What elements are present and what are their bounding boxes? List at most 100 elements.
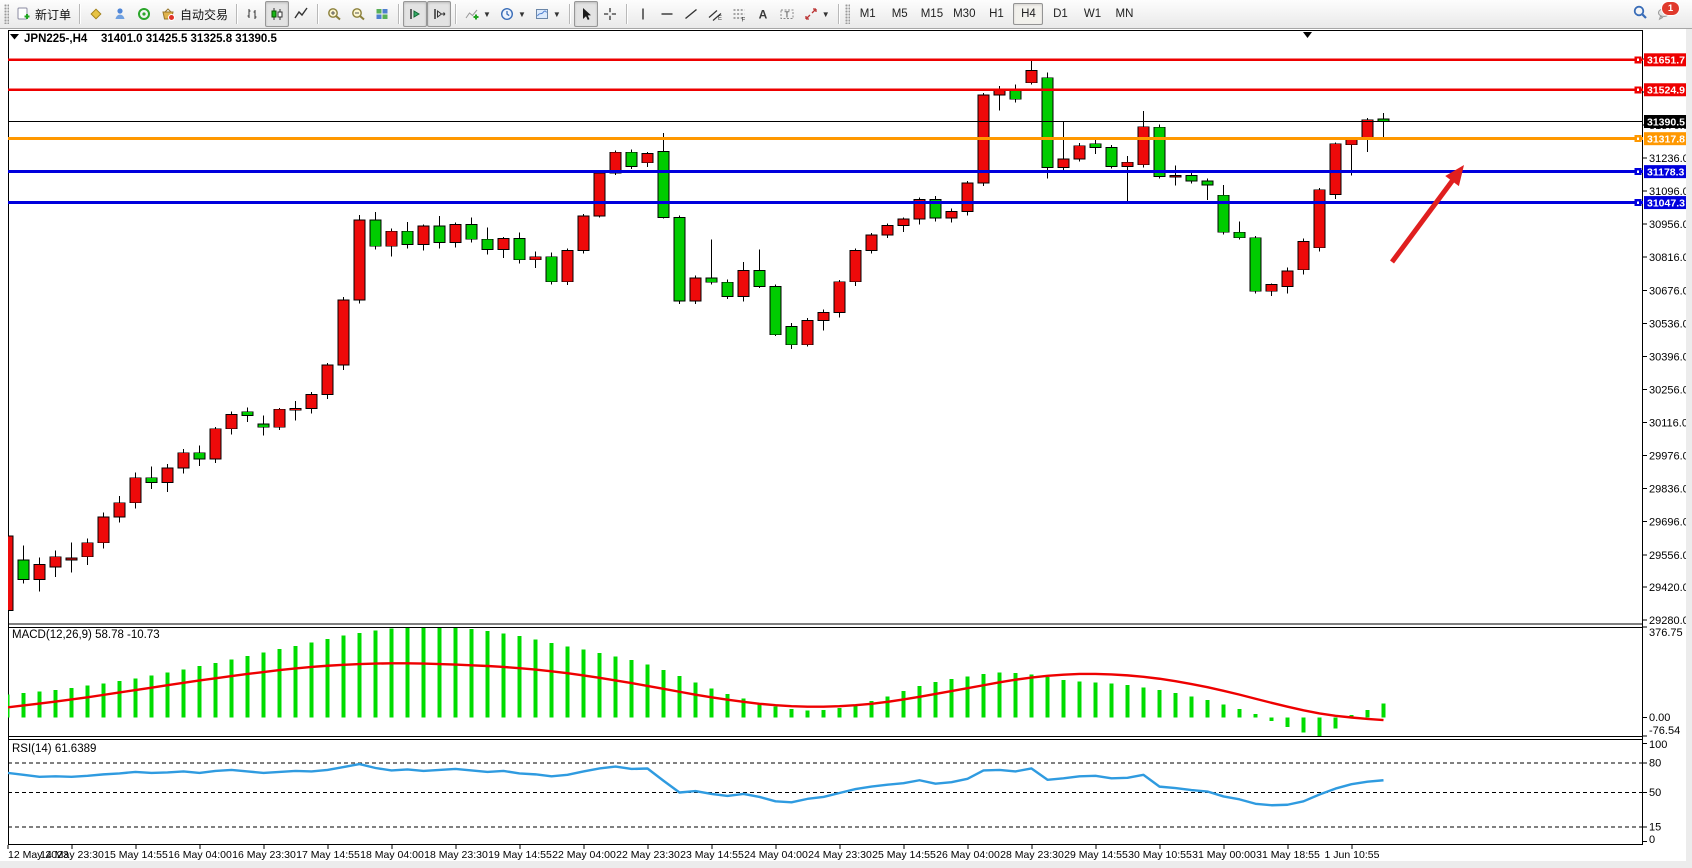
candle bbox=[1218, 195, 1229, 232]
candle bbox=[210, 429, 221, 459]
candle bbox=[498, 239, 509, 250]
timeframe-m1-button[interactable]: M1 bbox=[853, 3, 883, 25]
timeframe-m15-button[interactable]: M15 bbox=[917, 3, 947, 25]
equidistant-channel-button[interactable]: E bbox=[703, 1, 727, 27]
candle-mode-button[interactable] bbox=[265, 1, 289, 27]
candle bbox=[690, 278, 701, 301]
macd-histogram-bar bbox=[566, 646, 570, 717]
zoom-in-button[interactable] bbox=[322, 1, 346, 27]
templates-button[interactable]: ▼ bbox=[530, 1, 565, 27]
templates-icon bbox=[534, 6, 550, 22]
macd-histogram-bar bbox=[774, 706, 778, 717]
time-axis-label: 14 May 23:30 bbox=[40, 849, 104, 861]
macd-histogram-bar bbox=[150, 675, 154, 717]
macd-histogram-bar bbox=[822, 710, 826, 718]
timeframe-m30-button[interactable]: M30 bbox=[949, 3, 979, 25]
price-tag-label: 31317.8 bbox=[1647, 133, 1685, 145]
candle bbox=[162, 468, 173, 483]
svg-text:A: A bbox=[758, 8, 767, 22]
macd-histogram-bar bbox=[790, 709, 794, 718]
chart-canvas[interactable]: 31656.031516.031376.031236.031096.030956… bbox=[0, 0, 1692, 868]
candle bbox=[850, 250, 861, 281]
macd-label: MACD(12,26,9) 58.78 -10.73 bbox=[12, 629, 160, 641]
fibonacci-button[interactable]: F bbox=[727, 1, 751, 27]
macd-histogram-bar bbox=[470, 629, 474, 717]
cursor-button[interactable] bbox=[574, 1, 598, 27]
vertical-line-button[interactable] bbox=[631, 1, 655, 27]
svg-text:F: F bbox=[741, 18, 745, 23]
market-watch-button[interactable] bbox=[108, 1, 132, 27]
timeframe-d1-button[interactable]: D1 bbox=[1045, 3, 1075, 25]
time-axis-label: 26 May 04:00 bbox=[936, 849, 1000, 861]
macd-histogram-bar bbox=[326, 639, 330, 717]
chart-shift-button[interactable] bbox=[427, 1, 451, 27]
auto-trading-button[interactable]: 自动交易 bbox=[156, 1, 232, 27]
candle bbox=[722, 282, 733, 296]
time-axis-label: 18 May 23:30 bbox=[424, 849, 488, 861]
level-handle-dot bbox=[1637, 89, 1639, 91]
candle bbox=[146, 478, 157, 483]
timeframe-h1-button[interactable]: H1 bbox=[981, 3, 1011, 25]
macd-histogram-bar bbox=[246, 656, 250, 718]
macd-axis-label: -76.54 bbox=[1649, 725, 1680, 737]
notifications-button[interactable]: 1 bbox=[1656, 5, 1674, 23]
candle bbox=[322, 365, 333, 395]
price-tag-label: 31178.3 bbox=[1647, 166, 1685, 178]
price-axis-label: 30816.0 bbox=[1649, 252, 1689, 264]
macd-histogram-bar bbox=[342, 636, 346, 718]
toolbar-grip[interactable] bbox=[4, 4, 9, 24]
time-axis-label: 23 May 14:55 bbox=[680, 849, 744, 861]
price-axis-label: 30116.0 bbox=[1649, 418, 1688, 430]
toolbar-grip[interactable] bbox=[845, 4, 850, 24]
candle bbox=[834, 282, 845, 313]
arrows-button[interactable]: ▼ bbox=[799, 1, 834, 27]
trendline-button[interactable] bbox=[679, 1, 703, 27]
search-button[interactable] bbox=[1632, 4, 1648, 25]
styler-button[interactable] bbox=[84, 1, 108, 27]
macd-histogram-bar bbox=[1062, 680, 1066, 718]
candle bbox=[1266, 285, 1277, 292]
candle bbox=[1058, 159, 1069, 168]
indicators-button[interactable]: ▼ bbox=[460, 1, 495, 27]
bar-chart-mode-button[interactable] bbox=[241, 1, 265, 27]
macd-histogram-bar bbox=[102, 683, 106, 717]
zoom-in-icon bbox=[326, 6, 342, 22]
price-tag-label: 31524.9 bbox=[1647, 85, 1685, 97]
macd-histogram-bar bbox=[998, 673, 1002, 718]
text-label-button[interactable]: T bbox=[775, 1, 799, 27]
horizontal-line-button[interactable] bbox=[655, 1, 679, 27]
price-axis-label: 30396.0 bbox=[1649, 351, 1689, 363]
candle bbox=[626, 152, 637, 166]
macd-histogram-bar bbox=[614, 656, 618, 717]
timeframe-w1-button[interactable]: W1 bbox=[1077, 3, 1107, 25]
signals-button[interactable] bbox=[132, 1, 156, 27]
tile-windows-button[interactable] bbox=[370, 1, 394, 27]
timeframe-m5-button[interactable]: M5 bbox=[885, 3, 915, 25]
time-axis-label: 29 May 14:55 bbox=[1064, 849, 1128, 861]
crosshair-button[interactable] bbox=[598, 1, 622, 27]
macd-histogram-bar bbox=[854, 705, 858, 718]
candle bbox=[82, 543, 93, 557]
periods-button[interactable]: ▼ bbox=[495, 1, 530, 27]
candle bbox=[354, 220, 365, 300]
macd-histogram-bar bbox=[118, 681, 122, 718]
toolbar-separator bbox=[317, 4, 318, 24]
timeframe-mn-button[interactable]: MN bbox=[1109, 3, 1139, 25]
toolbar-separator bbox=[398, 4, 399, 24]
macd-histogram-bar bbox=[838, 708, 842, 718]
macd-histogram-bar bbox=[582, 650, 586, 718]
auto-trading-icon bbox=[160, 6, 176, 22]
crosshair-icon bbox=[602, 6, 618, 22]
macd-histogram-bar bbox=[278, 649, 282, 717]
candle bbox=[290, 409, 301, 411]
text-button[interactable]: A bbox=[751, 1, 775, 27]
auto-scroll-button[interactable] bbox=[403, 1, 427, 27]
macd-histogram-bar bbox=[1030, 675, 1034, 718]
time-axis-label: 19 May 14:55 bbox=[488, 849, 552, 861]
zoom-out-button[interactable] bbox=[346, 1, 370, 27]
timeframe-h4-button[interactable]: H4 bbox=[1013, 3, 1043, 25]
candle bbox=[194, 453, 205, 459]
line-chart-mode-button[interactable] bbox=[289, 1, 313, 27]
time-axis-label: 16 May 04:00 bbox=[168, 849, 232, 861]
new-order-button[interactable]: 新订单 bbox=[11, 1, 75, 27]
